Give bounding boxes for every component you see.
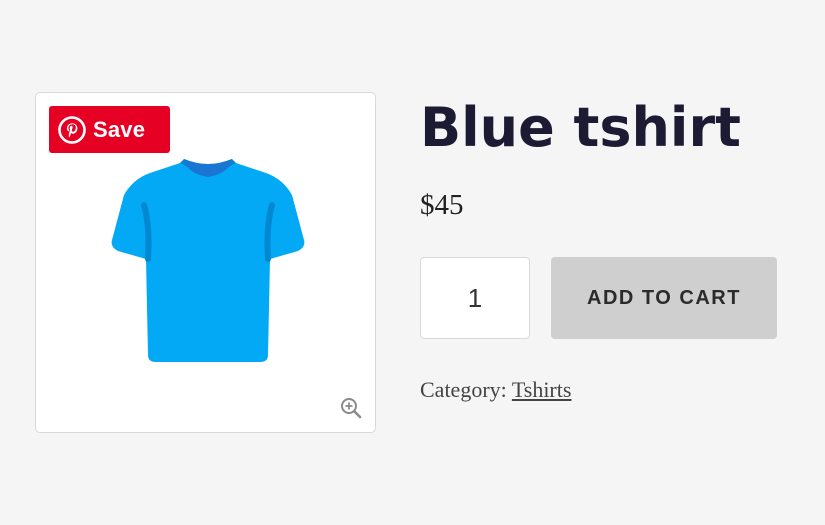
- product-price: $45: [420, 189, 464, 221]
- product-title: Blue tshirt: [420, 96, 741, 159]
- pinterest-save-button[interactable]: Save: [49, 106, 170, 153]
- quantity-input[interactable]: 1: [420, 257, 530, 339]
- tshirt-icon[interactable]: [108, 155, 308, 370]
- zoom-in-icon[interactable]: [339, 396, 363, 420]
- pinterest-save-label: Save: [93, 116, 146, 142]
- add-to-cart-button[interactable]: ADD TO CART: [551, 257, 777, 339]
- product-gallery: Save: [35, 92, 376, 433]
- category-link[interactable]: Tshirts: [512, 377, 572, 402]
- product-category: Category: Tshirts: [420, 375, 571, 405]
- pinterest-icon: [58, 115, 86, 144]
- category-label: Category:: [420, 377, 512, 402]
